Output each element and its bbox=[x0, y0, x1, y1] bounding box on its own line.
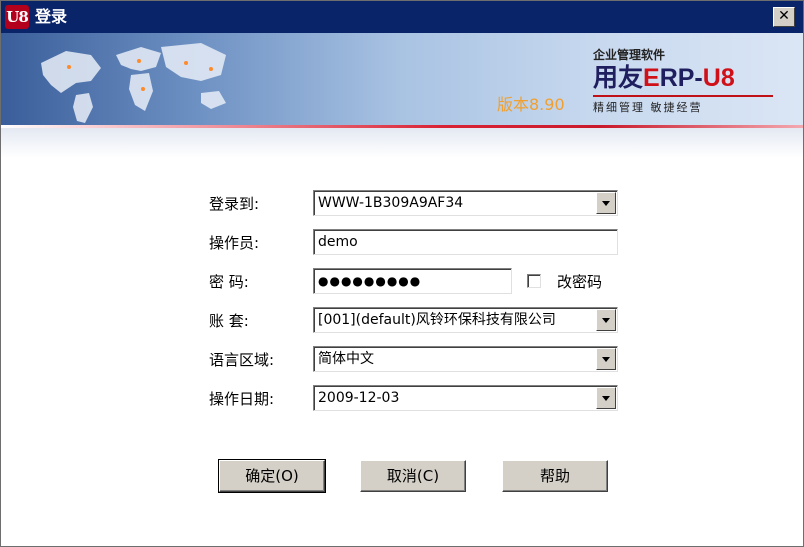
logo-e: E bbox=[643, 64, 660, 92]
title-bar[interactable]: U8 登录 ✕ bbox=[1, 1, 803, 33]
ok-button[interactable]: 确定(O) bbox=[218, 459, 326, 493]
close-icon: ✕ bbox=[778, 8, 790, 24]
banner: 企业管理软件 用友ERP-U8 精细管理 敏捷经营 版本8.90 bbox=[1, 33, 803, 125]
language-label: 语言区域: bbox=[209, 351, 275, 369]
logo-u8: U8 bbox=[702, 64, 735, 92]
version-label: 版本8.90 bbox=[497, 95, 565, 114]
server-label: 登录到: bbox=[209, 195, 260, 213]
account-value: [001](default)风铃环保科技有限公司 bbox=[318, 312, 556, 328]
operator-input[interactable]: demo bbox=[313, 229, 618, 255]
chevron-down-icon[interactable] bbox=[596, 348, 616, 370]
password-label: 密 码: bbox=[209, 273, 249, 291]
close-button[interactable]: ✕ bbox=[773, 7, 795, 27]
password-input[interactable]: ●●●●●●●●● bbox=[313, 268, 512, 294]
banner-fade bbox=[1, 128, 803, 158]
date-select[interactable]: 2009-12-03 bbox=[313, 385, 618, 411]
language-select[interactable]: 简体中文 bbox=[313, 346, 618, 372]
server-select[interactable]: WWW-1B309A9AF34 bbox=[313, 190, 618, 216]
chevron-down-icon[interactable] bbox=[596, 387, 616, 409]
chevron-down-icon[interactable] bbox=[596, 192, 616, 214]
date-value: 2009-12-03 bbox=[318, 390, 400, 406]
date-label: 操作日期: bbox=[209, 390, 275, 408]
cancel-button[interactable]: 取消(C) bbox=[360, 460, 466, 492]
server-value: WWW-1B309A9AF34 bbox=[318, 195, 464, 211]
brand-logo: 用友ERP-U8 bbox=[593, 63, 735, 93]
world-map-image bbox=[41, 43, 226, 123]
logo-prefix: 用友 bbox=[593, 64, 644, 92]
brand-underline bbox=[593, 95, 773, 97]
u8-app-icon: U8 bbox=[5, 5, 29, 29]
brand-slogan: 精细管理 敏捷经营 bbox=[593, 101, 703, 114]
help-button[interactable]: 帮助 bbox=[502, 460, 608, 492]
account-label: 账 套: bbox=[209, 312, 249, 330]
window-title: 登录 bbox=[35, 7, 68, 26]
chevron-down-icon[interactable] bbox=[596, 309, 616, 331]
logo-rp: RP- bbox=[659, 64, 703, 92]
change-password-label[interactable]: 改密码 bbox=[557, 271, 602, 293]
change-password-checkbox[interactable] bbox=[527, 274, 541, 288]
operator-label: 操作员: bbox=[209, 234, 260, 252]
brand-tagline: 企业管理软件 bbox=[593, 48, 666, 62]
language-value: 简体中文 bbox=[318, 351, 374, 367]
account-select[interactable]: [001](default)风铃环保科技有限公司 bbox=[313, 307, 618, 333]
login-dialog: U8 登录 ✕ 企业管理软件 用友ERP-U8 精细管理 敏捷经营 版本8.90… bbox=[0, 0, 804, 547]
